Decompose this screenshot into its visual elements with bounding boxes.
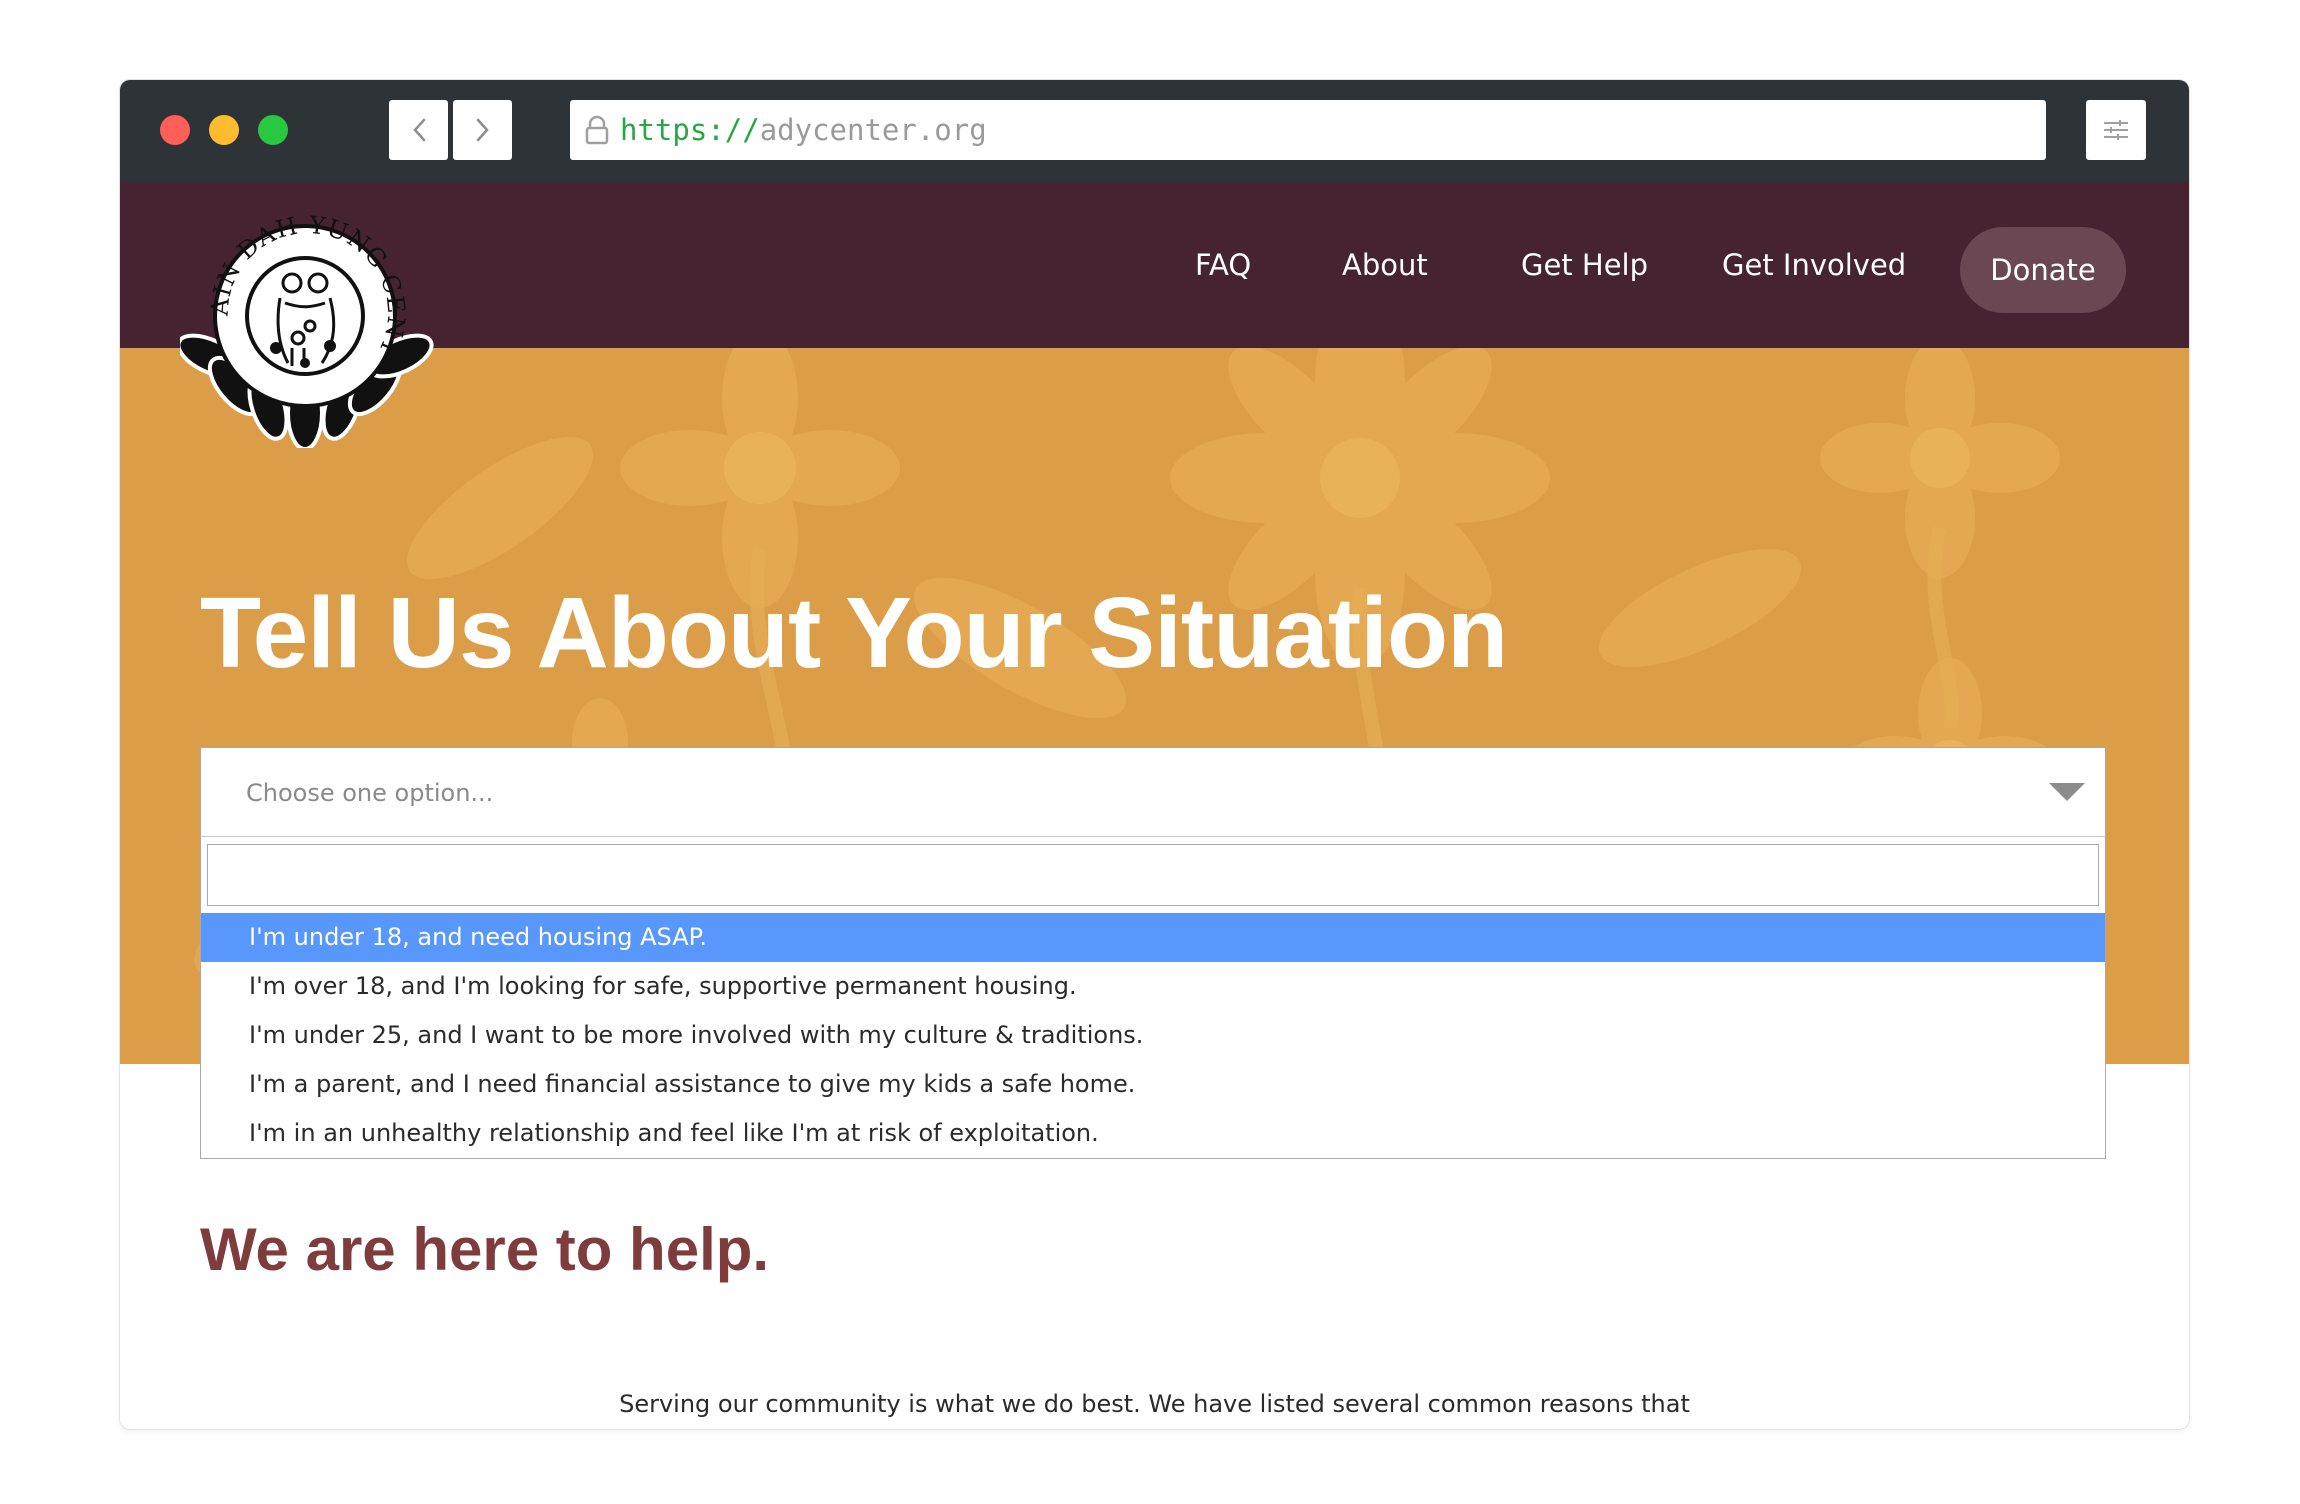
sliders-icon [2104,120,2128,140]
url-host: adycenter.org [759,113,987,147]
back-button[interactable] [389,100,448,160]
select-dropdown: I'm under 18, and need housing ASAP. I'm… [200,837,2106,1159]
forward-button[interactable] [453,100,512,160]
select-placeholder: Choose one option... [246,779,494,807]
nav-get-help[interactable]: Get Help [1521,237,1648,293]
select-option[interactable]: I'm a parent, and I need financial assis… [201,1060,2105,1109]
settings-button[interactable] [2086,100,2146,160]
select-option[interactable]: I'm under 25, and I want to be more invo… [201,1011,2105,1060]
select-search-input[interactable] [207,844,2099,906]
url-scheme: https:// [620,113,760,147]
section-heading: We are here to help. [200,1216,770,1283]
nav-get-involved[interactable]: Get Involved [1722,237,1906,293]
hero-title: Tell Us About Your Situation [200,577,1508,689]
select-option[interactable]: I'm in an unhealthy relationship and fee… [201,1109,2105,1158]
select-option[interactable]: I'm over 18, and I'm looking for safe, s… [201,962,2105,1011]
address-bar[interactable]: https://adycenter.org [570,100,2046,160]
dropdown-arrow-icon[interactable] [2049,783,2085,803]
intro-paragraph: Serving our community is what we do best… [619,1390,1690,1418]
minimize-window-button[interactable] [209,115,239,145]
browser-toolbar: https://adycenter.org [120,80,2189,182]
lock-icon [584,115,610,145]
select-option[interactable]: I'm under 18, and need housing ASAP. [201,913,2105,962]
donate-button[interactable]: Donate [1960,227,2126,313]
close-window-button[interactable] [160,115,190,145]
chevron-right-icon [476,118,489,142]
situation-select[interactable]: Choose one option... [200,747,2106,837]
ain-dah-yung-center-logo[interactable]: AIN DAH YUNG CENTER [180,198,440,448]
maximize-window-button[interactable] [258,115,288,145]
browser-window: https://adycenter.org FAQ About Get Help… [120,80,2189,1429]
nav-about[interactable]: About [1342,237,1428,293]
chevron-left-icon [412,118,425,142]
nav-faq[interactable]: FAQ [1195,237,1251,293]
